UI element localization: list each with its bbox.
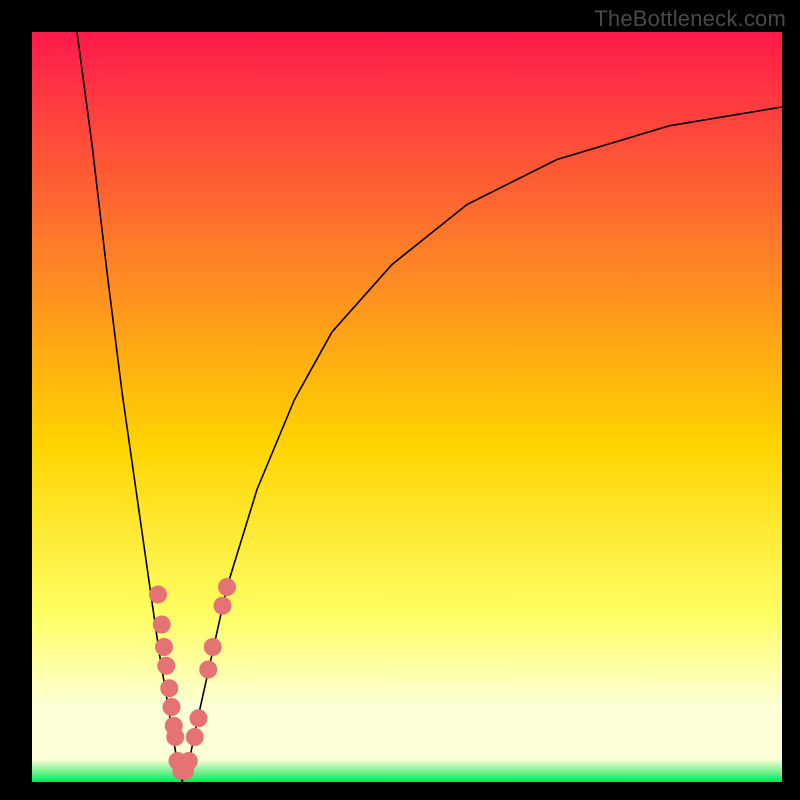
marker-point bbox=[149, 586, 167, 604]
marker-point bbox=[186, 728, 204, 746]
marker-point bbox=[218, 578, 236, 596]
marker-group bbox=[149, 578, 236, 780]
curve-right bbox=[182, 107, 782, 782]
marker-point bbox=[180, 752, 198, 770]
curves-layer bbox=[32, 32, 782, 782]
marker-point bbox=[163, 698, 181, 716]
marker-point bbox=[155, 638, 173, 656]
watermark-text: TheBottleneck.com bbox=[594, 6, 786, 32]
marker-point bbox=[153, 616, 171, 634]
marker-point bbox=[204, 638, 222, 656]
marker-point bbox=[190, 709, 208, 727]
marker-point bbox=[160, 679, 178, 697]
plot-area bbox=[32, 32, 782, 782]
marker-point bbox=[166, 728, 184, 746]
chart-frame: TheBottleneck.com bbox=[0, 0, 800, 800]
marker-point bbox=[199, 661, 217, 679]
marker-point bbox=[214, 597, 232, 615]
marker-point bbox=[157, 657, 175, 675]
